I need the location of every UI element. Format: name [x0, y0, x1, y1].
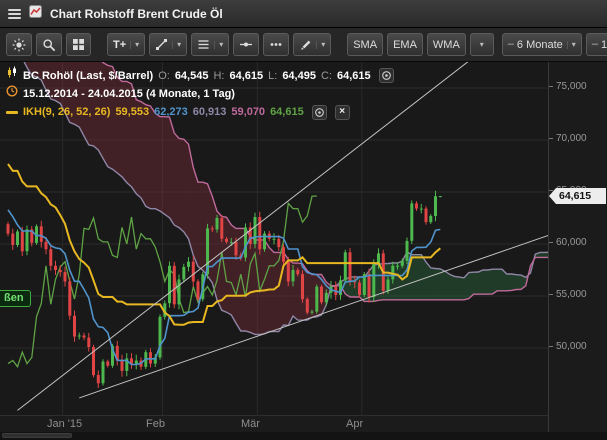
price-tick-label: 50,000	[549, 341, 587, 352]
price-tick-label: 75,000	[549, 81, 587, 92]
clock-icon	[6, 85, 18, 103]
time-tick-label: Apr	[346, 418, 364, 430]
menu-icon[interactable]	[8, 8, 21, 19]
ikh-senkou-b-value: 59,070	[231, 106, 266, 118]
price-tick-label: 55,000	[549, 289, 587, 300]
remove-indicator-button[interactable]: ×	[334, 104, 350, 120]
instrument-icon	[29, 4, 42, 23]
dotted-line-tool-button[interactable]	[263, 33, 290, 56]
ikh-color-swatch	[6, 110, 18, 114]
last-price-flag: 64,615	[549, 188, 606, 204]
chevron-down-icon: ▾	[479, 39, 484, 49]
ikh-chikou-value: 64,615	[270, 106, 304, 118]
time-tick-label: Mär	[241, 418, 260, 430]
price-tick-label: 70,000	[549, 133, 587, 144]
zoom-button[interactable]	[36, 33, 62, 56]
ema-button[interactable]: EMA	[387, 33, 423, 56]
clipped-tooltip: ßen	[0, 290, 31, 307]
interval-dropdown-button[interactable]: – 1 Tag ▾	[585, 33, 607, 56]
toolbar: T+ ▾ ▾ ▾ ▾ SMA EMA WMA ▾ – 6 Monate ▾ – …	[0, 28, 607, 62]
horizontal-line-icon	[239, 38, 253, 51]
period-label: 6 Monate	[516, 38, 563, 51]
grid-icon	[72, 38, 85, 51]
fibonacci-icon	[197, 38, 210, 51]
open-value: 64,545	[174, 69, 209, 82]
scrollbar-thumb[interactable]	[2, 433, 72, 438]
ikh-kijun-value: 59,553	[115, 106, 150, 118]
price-axis[interactable]: 75,00070,00065,00060,00055,00050,000 64,…	[548, 62, 607, 432]
high-value: 64,615	[229, 69, 264, 82]
legend-row-daterange: 15.12.2014 - 24.04.2015 (4 Monate, 1 Tag…	[6, 85, 394, 103]
chevron-down-icon: ▾	[566, 40, 576, 49]
dash-icon: –	[591, 38, 598, 50]
sma-label: SMA	[353, 38, 378, 51]
visibility-toggle-button[interactable]	[311, 104, 327, 120]
close-value: 64,615	[336, 69, 371, 82]
chart-legend: BC Rohöl (Last, $/Barrel) O: 64,545 H: 6…	[6, 66, 394, 121]
chevron-down-icon[interactable]: ▾	[172, 40, 181, 49]
date-range-text: 15.12.2014 - 24.04.2015 (4 Monate, 1 Tag…	[23, 88, 235, 100]
chevron-down-icon[interactable]: ▾	[316, 40, 325, 49]
display-settings-button[interactable]	[6, 33, 32, 56]
chevron-down-icon[interactable]: ▾	[130, 40, 139, 49]
trendline-tool-button[interactable]: ▾	[149, 33, 188, 56]
window-title: Chart Rohstoff Brent Crude Öl	[50, 6, 223, 21]
pencil-tool-button[interactable]: ▾	[293, 33, 332, 56]
trendline-icon	[155, 38, 168, 51]
indicator-dropdown-button[interactable]: ▾	[469, 33, 494, 56]
time-axis[interactable]: Jan '15 Feb Mär Apr	[0, 415, 548, 432]
visibility-toggle-button[interactable]	[378, 68, 394, 83]
title-bar: Chart Rohstoff Brent Crude Öl	[0, 0, 607, 28]
high-label: H:	[213, 69, 225, 82]
period-dropdown-button[interactable]: – 6 Monate ▾	[501, 33, 582, 56]
low-value: 64,495	[282, 69, 316, 82]
fibonacci-tool-button[interactable]: ▾	[191, 33, 230, 56]
open-label: O:	[158, 69, 170, 82]
horizontal-line-tool-button[interactable]	[233, 33, 260, 56]
last-price-text: 64,615	[559, 190, 592, 202]
legend-row-ichimoku: IKH(9, 26, 52, 26) 59,553 62,273 60,913 …	[6, 103, 394, 121]
interval-label: 1 Tag	[600, 38, 607, 51]
time-tick-label: Feb	[146, 418, 165, 430]
ikh-label: IKH(9, 26, 52, 26)	[23, 106, 111, 118]
pencil-icon	[299, 38, 312, 51]
text-tool-icon: T+	[113, 38, 127, 51]
close-label: C:	[320, 69, 332, 82]
search-icon	[42, 38, 56, 52]
text-tool-button[interactable]: T+ ▾	[107, 33, 146, 56]
ikh-tenkan-value: 62,273	[154, 106, 188, 118]
sma-button[interactable]: SMA	[347, 33, 384, 56]
instrument-name: BC Rohöl (Last, $/Barrel)	[23, 69, 154, 82]
chart-region: BC Rohöl (Last, $/Barrel) O: 64,545 H: 6…	[0, 62, 607, 440]
layout-grid-button[interactable]	[66, 33, 91, 56]
low-label: L:	[268, 69, 278, 82]
legend-row-instrument: BC Rohöl (Last, $/Barrel) O: 64,545 H: 6…	[6, 66, 394, 85]
brightness-icon	[12, 38, 26, 52]
dash-icon: –	[507, 38, 514, 50]
dotted-line-icon	[269, 38, 283, 51]
chevron-down-icon[interactable]: ▾	[214, 40, 223, 49]
price-tick-label: 60,000	[549, 237, 587, 248]
ema-label: EMA	[393, 38, 417, 51]
ikh-senkou-a-value: 60,913	[192, 106, 227, 118]
series-type-icon	[6, 66, 18, 85]
chart-window: Chart Rohstoff Brent Crude Öl T+ ▾ ▾ ▾ ▾…	[0, 0, 607, 440]
time-tick-label: Jan '15	[47, 418, 83, 430]
horizontal-scrollbar[interactable]	[0, 432, 607, 440]
wma-button[interactable]: WMA	[426, 33, 466, 56]
wma-label: WMA	[432, 38, 460, 51]
